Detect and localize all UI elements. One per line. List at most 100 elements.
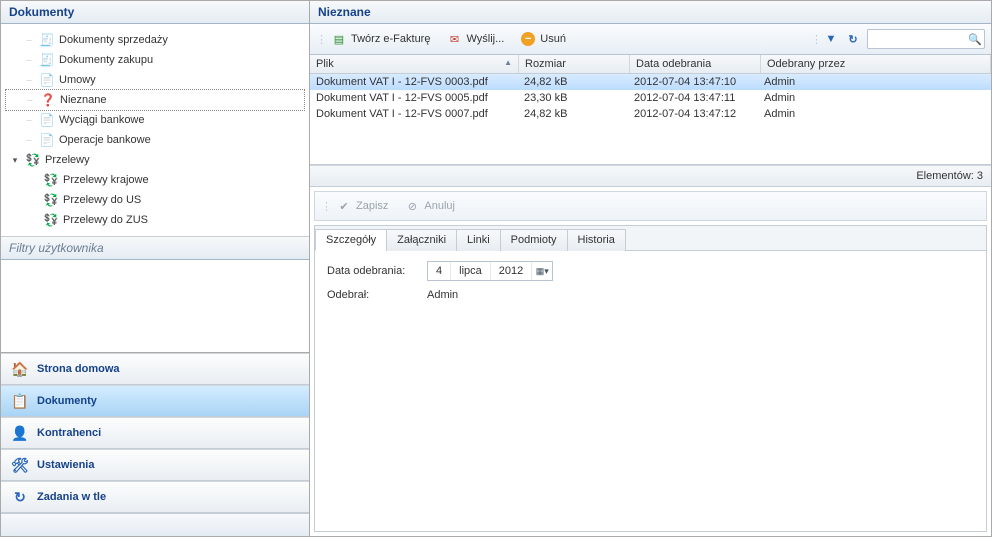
tree-item[interactable]: 💱Przelewy do ZUS: [5, 210, 305, 230]
tree-bullet-icon: …: [24, 97, 36, 103]
create-label: Twórz e-Fakturę: [351, 33, 430, 45]
received-by-value: Admin: [427, 289, 458, 301]
date-day[interactable]: 4: [428, 262, 451, 280]
tree-item-label: Przelewy krajowe: [63, 174, 149, 186]
sort-asc-icon: ▲: [504, 58, 512, 67]
tab-załączniki[interactable]: Załączniki: [386, 229, 457, 251]
tree-item-label: Umowy: [59, 74, 96, 86]
nav-item[interactable]: 🏠 Strona domowa: [1, 353, 309, 385]
filter-icon[interactable]: ▼: [823, 31, 839, 47]
table-cell: Admin: [758, 74, 991, 90]
create-icon: ▤: [331, 31, 347, 47]
table-row[interactable]: Dokument VAT I - 12-FVS 0005.pdf23,30 kB…: [310, 90, 991, 106]
tree-bullet-icon: …: [23, 137, 35, 143]
table-cell: 2012-07-04 13:47:12: [628, 106, 758, 122]
tree-item-label: Dokumenty zakupu: [59, 54, 153, 66]
nav-label: Zadania w tle: [37, 491, 106, 503]
table-cell: 24,82 kB: [518, 74, 628, 90]
cancel-label: Anuluj: [424, 200, 455, 212]
delete-icon: −: [520, 31, 536, 47]
table-cell: Dokument VAT I - 12-FVS 0003.pdf: [310, 74, 518, 90]
tree-item[interactable]: 💱Przelewy krajowe: [5, 170, 305, 190]
tree-item-icon: ❓: [40, 92, 56, 108]
tab-content-szczegoly: Data odebrania: 4 lipca 2012 ▦▾ Odebrał:…: [315, 251, 986, 319]
toolbar-grip-icon: ⋮: [811, 33, 817, 46]
tree-item-icon: 💱: [43, 212, 59, 228]
tree-item[interactable]: … ❓ Nieznane: [5, 89, 305, 111]
grid-footer: Elementów: 3: [310, 165, 991, 187]
col-size[interactable]: Rozmiar: [519, 55, 630, 73]
nav-item[interactable]: 👤Kontrahenci: [1, 417, 309, 449]
tree-item-icon: 📄: [39, 112, 55, 128]
create-einvoice-button[interactable]: ▤ Twórz e-Fakturę: [324, 28, 437, 50]
date-picker[interactable]: 4 lipca 2012 ▦▾: [427, 261, 553, 281]
tree-item-label: Przelewy do US: [63, 194, 141, 206]
nav-icon: 🛠: [11, 456, 29, 474]
date-year[interactable]: 2012: [491, 262, 532, 280]
search-input-wrap: 🔍: [867, 29, 985, 49]
tree-item-label: Operacje bankowe: [59, 134, 151, 146]
save-button[interactable]: ✔ Zapisz: [329, 195, 395, 217]
send-label: Wyślij...: [466, 33, 504, 45]
tab-historia[interactable]: Historia: [567, 229, 626, 251]
send-button[interactable]: ✉ Wyślij...: [439, 28, 511, 50]
tree-bullet-icon: …: [23, 57, 35, 63]
search-input[interactable]: [868, 33, 966, 45]
table-row[interactable]: Dokument VAT I - 12-FVS 0003.pdf24,82 kB…: [310, 74, 991, 90]
table-row[interactable]: Dokument VAT I - 12-FVS 0007.pdf24,82 kB…: [310, 106, 991, 122]
search-icon[interactable]: 🔍: [966, 33, 984, 46]
save-label: Zapisz: [356, 200, 388, 212]
tree-item[interactable]: …🧾Dokumenty sprzedaży: [5, 30, 305, 50]
tree-item-icon: 📄: [39, 72, 55, 88]
nav-label: Strona domowa: [37, 363, 120, 375]
documents-grid: Plik▲ Rozmiar Data odebrania Odebrany pr…: [310, 55, 991, 165]
table-cell: 2012-07-04 13:47:11: [628, 90, 758, 106]
refresh-icon[interactable]: ↻: [845, 31, 861, 47]
tree-item-icon: 💱: [25, 152, 41, 168]
nav-label: Dokumenty: [37, 395, 97, 407]
col-receiver[interactable]: Odebrany przez: [761, 55, 991, 73]
check-icon: ✔: [336, 198, 352, 214]
col-file[interactable]: Plik▲: [310, 55, 519, 73]
tree-item[interactable]: …📄Wyciągi bankowe: [5, 110, 305, 130]
table-cell: Admin: [758, 106, 991, 122]
toolbar-grip-icon: ⋮: [316, 33, 322, 46]
tree-item-label: Nieznane: [60, 94, 106, 106]
table-cell: 23,30 kB: [518, 90, 628, 106]
tree-bullet-icon: …: [23, 117, 35, 123]
tree-item[interactable]: …🧾Dokumenty zakupu: [5, 50, 305, 70]
calendar-icon[interactable]: ▦▾: [532, 266, 552, 277]
table-cell: 2012-07-04 13:47:10: [628, 74, 758, 90]
nav-icon: 📋: [11, 392, 29, 410]
table-cell: Admin: [758, 90, 991, 106]
nav-item[interactable]: ↻ Zadania w tle: [1, 481, 309, 513]
table-cell: Dokument VAT I - 12-FVS 0007.pdf: [310, 106, 518, 122]
tree-bullet-icon: …: [23, 77, 35, 83]
nav-icon: ↻: [11, 488, 29, 506]
tree-item[interactable]: 💱 Przelewy do US: [5, 190, 305, 210]
nav-label: Ustawienia: [37, 459, 94, 471]
received-by-label: Odebrał:: [327, 289, 417, 301]
document-tree: …🧾Dokumenty sprzedaży…🧾Dokumenty zakupu……: [1, 24, 309, 237]
tree-item-icon: 💱: [43, 192, 59, 208]
expand-icon[interactable]: ▾: [9, 154, 21, 166]
tree-item[interactable]: …📄Operacje bankowe: [5, 130, 305, 150]
tab-podmioty[interactable]: Podmioty: [500, 229, 568, 251]
col-date[interactable]: Data odebrania: [630, 55, 761, 73]
main-toolbar: ⋮ ▤ Twórz e-Fakturę ✉ Wyślij... − Usuń ⋮…: [310, 24, 991, 55]
cancel-button[interactable]: ⊘ Anuluj: [397, 195, 462, 217]
nav-item[interactable]: 🛠 Ustawienia: [1, 449, 309, 481]
sidebar-title: Dokumenty: [1, 1, 309, 24]
nav-item[interactable]: 📋 Dokumenty: [1, 385, 309, 417]
tab-szczegóły[interactable]: Szczegóły: [315, 229, 387, 251]
date-month[interactable]: lipca: [451, 262, 491, 280]
nav-icon: 🏠: [11, 360, 29, 378]
tree-item[interactable]: ▾💱Przelewy: [5, 150, 305, 170]
tab-linki[interactable]: Linki: [456, 229, 501, 251]
toolbar-grip-icon: ⋮: [321, 200, 327, 213]
nav-icon: 👤: [11, 424, 29, 442]
detail-toolbar: ⋮ ✔ Zapisz ⊘ Anuluj: [314, 191, 987, 221]
tree-item[interactable]: … 📄 Umowy: [5, 70, 305, 90]
delete-button[interactable]: − Usuń: [513, 28, 573, 50]
content-title: Nieznane: [310, 1, 991, 24]
